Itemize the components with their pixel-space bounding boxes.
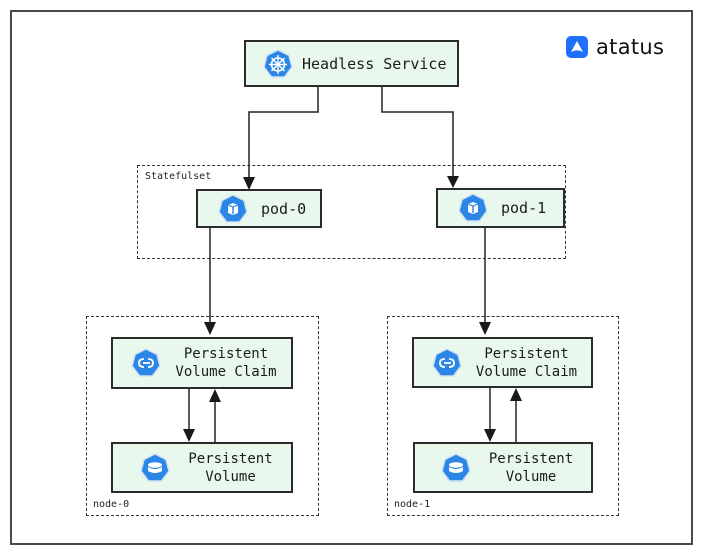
pod-0-node[interactable]: pod-0 [196, 189, 322, 228]
pod-1-label: pod-1 [501, 199, 547, 217]
pvc-1-line2: Volume Claim [475, 363, 578, 380]
pvc-0-line1: Persistent [183, 346, 269, 362]
pod-icon [218, 193, 248, 223]
pvc-0-line2: Volume Claim [175, 364, 277, 380]
pv-1-line2: Volume [505, 468, 557, 485]
headless-service-node[interactable]: Headless Service [244, 40, 459, 87]
atatus-logo: atatus [566, 35, 664, 59]
pv-0-line2: Volume [205, 468, 256, 485]
pvc-0-label: Persistent Volume Claim [161, 345, 291, 381]
pvc-icon [131, 348, 161, 377]
atatus-logo-icon [566, 36, 588, 58]
pv-1-label: Persistent Volume [471, 450, 591, 486]
node-1-label: node-1 [394, 499, 431, 510]
pod-0-label: pod-0 [261, 199, 307, 218]
headless-service-label: Headless Service [302, 54, 447, 73]
kubernetes-wheel-icon [263, 48, 293, 78]
pv-0-label: Persistent Volume [170, 450, 291, 486]
pvc-1-line1: Persistent [484, 345, 569, 362]
pvc-1-node[interactable]: Persistent Volume Claim [412, 337, 593, 388]
pvc-1-label: Persistent Volume Claim [462, 345, 591, 381]
pv-0-line1: Persistent [188, 450, 273, 467]
pv-icon [441, 452, 471, 482]
pv-icon [140, 452, 170, 482]
pod-1-node[interactable]: pod-1 [436, 188, 565, 228]
pvc-icon [432, 347, 462, 377]
pvc-0-node[interactable]: Persistent Volume Claim [111, 337, 293, 389]
brand-name: atatus [596, 35, 665, 59]
pv-0-node[interactable]: Persistent Volume [111, 442, 293, 493]
pod-icon [458, 193, 488, 222]
pv-1-node[interactable]: Persistent Volume [413, 442, 593, 493]
statefulset-label: Statefulset [145, 171, 212, 182]
node-0-label: node-0 [93, 499, 130, 510]
pv-1-line1: Persistent [488, 450, 574, 467]
